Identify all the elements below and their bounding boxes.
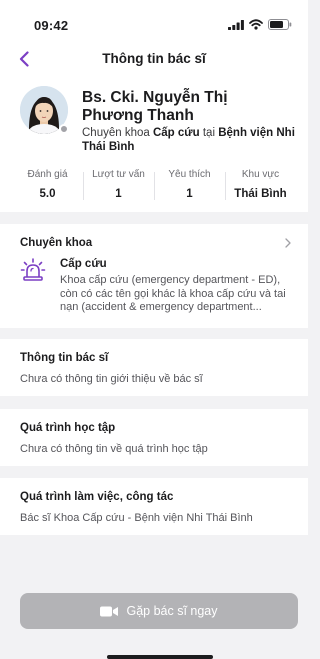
education-section: Quá trình học tập Chưa có thông tin về q…: [0, 409, 308, 466]
specialty-connector: tại: [202, 127, 216, 139]
doctor-info-screen: 09:42 Thông tin bác sĩ Bs. Cki. Nguyễn T…: [0, 0, 308, 659]
stat-value: Thái Bình: [234, 188, 287, 200]
video-camera-icon: [100, 606, 119, 616]
siren-icon: [20, 258, 46, 281]
stat-consultations: Lượt tư vấn 1: [83, 168, 154, 206]
page-title: Thông tin bác sĩ: [102, 51, 206, 66]
doctor-info-text: Chưa có thông tin giới thiệu về bác sĩ: [20, 373, 203, 385]
stat-label: Lượt tư vấn: [92, 169, 145, 180]
avatar-wrap: [20, 86, 69, 134]
stat-label: Đánh giá: [27, 169, 68, 180]
stat-rating: Đánh giá 5.0: [12, 168, 83, 206]
nav-bar: Thông tin bác sĩ: [0, 38, 308, 78]
meet-doctor-button[interactable]: Gặp bác sĩ ngay: [20, 593, 298, 629]
stat-value: 1: [186, 188, 193, 200]
work-history-text: Bác sĩ Khoa Cấp cứu - Bệnh viện Nhi Thái…: [20, 512, 253, 524]
doctor-profile-card: Bs. Cki. Nguyễn Thị Phương Thanh Chuyên …: [0, 78, 308, 212]
online-status-dot: [59, 124, 69, 134]
home-indicator: [107, 655, 213, 659]
stat-region: Khu vực Thái Bình: [225, 168, 296, 206]
stat-value: 5.0: [39, 188, 56, 200]
doctor-name: Bs. Cki. Nguyễn Thị Phương Thanh: [82, 89, 228, 124]
status-time: 09:42: [34, 18, 69, 33]
status-bar: 09:42: [0, 0, 308, 38]
specialty-item-description: Khoa cấp cứu (emergency department - ED)…: [60, 274, 286, 313]
doctor-stats: Đánh giá 5.0 Lượt tư vấn 1 Yêu thích 1 K…: [12, 168, 296, 206]
education-text: Chưa có thông tin về quá trình học tập: [20, 443, 208, 455]
education-title: Quá trình học tập: [20, 422, 116, 434]
specialty-section-title: Chuyên khoa: [20, 237, 93, 249]
battery-icon: [268, 19, 292, 30]
doctor-info-title: Thông tin bác sĩ: [20, 352, 109, 364]
specialty-item-name: Cấp cứu: [60, 258, 107, 270]
specialty-prefix: Chuyên khoa: [82, 127, 150, 139]
stat-favorites: Yêu thích 1: [154, 168, 225, 206]
work-history-title: Quá trình làm việc, công tác: [20, 491, 174, 503]
wifi-icon: [249, 19, 263, 30]
specialty-section[interactable]: Chuyên khoa Cấp cứu Khoa cấp cứu (emerge…: [0, 224, 308, 328]
specialty-value: Cấp cứu: [152, 127, 200, 139]
doctor-info-section: Thông tin bác sĩ Chưa có thông tin giới …: [0, 339, 308, 396]
work-history-section: Quá trình làm việc, công tác Bác sĩ Khoa…: [0, 478, 308, 535]
doctor-specialty-line: Chuyên khoa Cấp cứu tại Bệnh viện Nhi Th…: [82, 126, 302, 154]
stat-value: 1: [115, 188, 122, 200]
status-icons: [228, 19, 292, 30]
chevron-right-icon[interactable]: [282, 237, 294, 249]
meet-doctor-label: Gặp bác sĩ ngay: [126, 604, 218, 618]
footer: Gặp bác sĩ ngay: [0, 578, 308, 659]
stat-label: Yêu thích: [168, 169, 211, 180]
signal-icon: [228, 19, 244, 30]
stat-label: Khu vực: [241, 169, 280, 180]
